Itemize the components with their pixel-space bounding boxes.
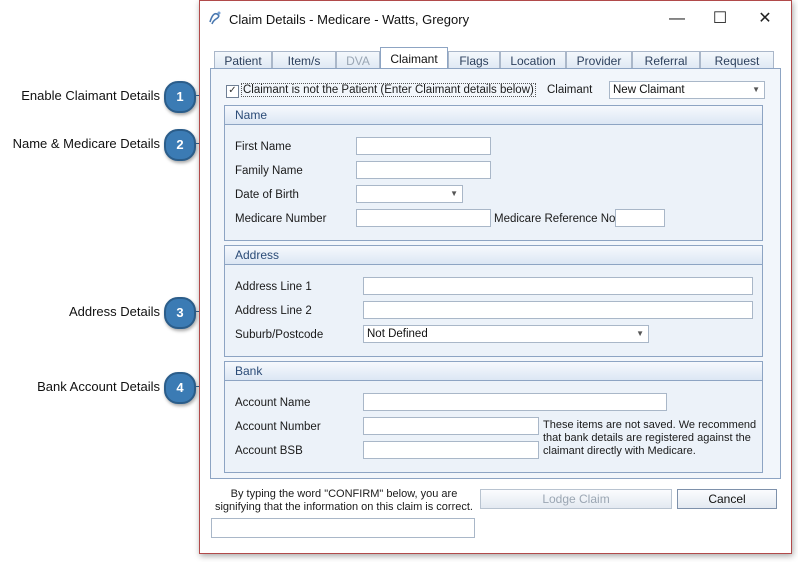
- dob-label: Date of Birth: [235, 189, 299, 201]
- lodge-claim-button[interactable]: Lodge Claim: [480, 489, 672, 509]
- claimant-tab-panel: ✓ Claimant is not the Patient (Enter Cla…: [210, 68, 781, 479]
- title-bar[interactable]: Claim Details - Medicare - Watts, Gregor…: [200, 1, 791, 37]
- claimant-select-label: Claimant: [547, 84, 593, 96]
- address-group: Address Address Line 1 Address Line 2 Su…: [224, 245, 763, 357]
- confirm-input[interactable]: [211, 518, 475, 538]
- dob-picker[interactable]: ▼: [356, 185, 463, 203]
- window-title: Claim Details - Medicare - Watts, Gregor…: [229, 12, 470, 27]
- family-name-input[interactable]: [356, 161, 491, 179]
- suburb-select[interactable]: Not Defined ▼: [363, 325, 649, 343]
- medicare-ref-input[interactable]: [615, 209, 665, 227]
- address-group-title: Address: [225, 246, 762, 265]
- claimant-not-patient-label[interactable]: Claimant is not the Patient (Enter Claim…: [241, 83, 536, 97]
- callout-badge-1: 1: [164, 81, 196, 113]
- callout-badge-4: 4: [164, 372, 196, 404]
- claimant-select[interactable]: New Claimant ▼: [609, 81, 765, 99]
- bank-group-title: Bank: [225, 362, 762, 381]
- account-bsb-label: Account BSB: [235, 445, 303, 457]
- address-line2-input[interactable]: [363, 301, 753, 319]
- callout-label-claimant: Enable Claimant Details: [21, 88, 160, 103]
- callout-label-address: Address Details: [68, 304, 160, 319]
- first-name-label: First Name: [235, 141, 292, 153]
- account-bsb-input[interactable]: [363, 441, 539, 459]
- name-group: Name First Name Family Name Date of Birt…: [224, 105, 763, 241]
- bank-details-note: These items are not saved. We recommend …: [543, 419, 757, 457]
- account-number-input[interactable]: [363, 417, 539, 435]
- medicare-number-input[interactable]: [356, 209, 491, 227]
- family-name-label: Family Name: [235, 165, 303, 177]
- claimant-select-value: New Claimant: [613, 84, 685, 96]
- chevron-down-icon: ▼: [752, 85, 760, 94]
- claimant-not-patient-checkbox[interactable]: ✓: [226, 85, 239, 98]
- suburb-select-value: Not Defined: [367, 328, 428, 340]
- address-line1-input[interactable]: [363, 277, 753, 295]
- bank-group: Bank Account Name Account Number Account…: [224, 361, 763, 473]
- suburb-label: Suburb/Postcode: [235, 329, 324, 341]
- account-name-label: Account Name: [235, 397, 311, 409]
- address-line1-label: Address Line 1: [235, 281, 312, 293]
- callout-badge-3: 3: [164, 297, 196, 329]
- medicare-ref-label: Medicare Reference No.: [494, 213, 619, 225]
- claim-details-window: Claim Details - Medicare - Watts, Gregor…: [199, 0, 792, 554]
- first-name-input[interactable]: [356, 137, 491, 155]
- app-logo-icon: [208, 10, 224, 26]
- maximize-button[interactable]: ☐: [705, 7, 735, 31]
- chevron-down-icon: ▼: [450, 189, 458, 198]
- close-button[interactable]: ✕: [750, 7, 780, 31]
- address-line2-label: Address Line 2: [235, 305, 312, 317]
- account-name-input[interactable]: [363, 393, 667, 411]
- medicare-number-label: Medicare Number: [235, 213, 327, 225]
- confirm-instructions: By typing the word "CONFIRM" below, you …: [214, 488, 473, 513]
- minimize-button[interactable]: —: [662, 7, 692, 31]
- name-group-title: Name: [225, 106, 762, 125]
- cancel-button[interactable]: Cancel: [677, 489, 777, 509]
- chevron-down-icon: ▼: [636, 329, 644, 338]
- callout-badge-2: 2: [164, 129, 196, 161]
- callout-label-bank: Bank Account Details: [37, 379, 160, 394]
- account-number-label: Account Number: [235, 421, 321, 433]
- callout-label-name: Name & Medicare Details: [12, 136, 160, 151]
